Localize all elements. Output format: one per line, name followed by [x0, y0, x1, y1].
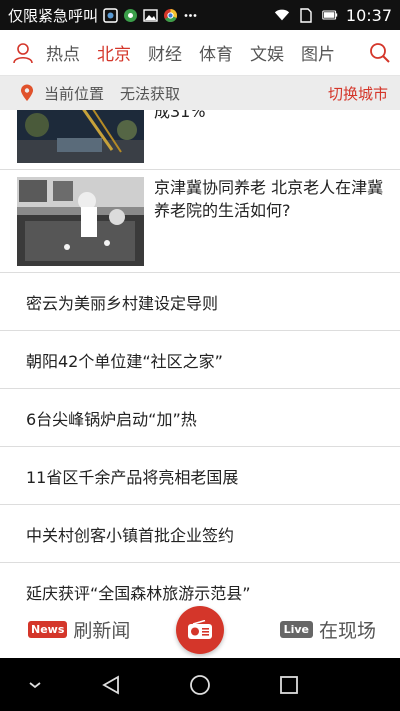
- switch-city-button[interactable]: 切换城市: [328, 83, 388, 104]
- search-button[interactable]: [360, 30, 400, 76]
- live-badge-icon: Live: [279, 621, 313, 638]
- location-label: 当前位置: [44, 84, 105, 103]
- location-status: 无法获取: [120, 84, 181, 103]
- chevron-down-icon: [29, 682, 41, 689]
- news-item-partial[interactable]: 成31%: [0, 110, 400, 170]
- image-notification-icon: [142, 7, 158, 23]
- news-badge-icon: News: [28, 621, 68, 638]
- news-thumbnail: [17, 177, 144, 266]
- refresh-news-button[interactable]: News 刷新闻: [28, 616, 130, 643]
- news-item-title: 京津冀协同养老 北京老人在津冀养老院的生活如何?: [154, 178, 384, 220]
- news-item-partial-title: 成31%: [154, 110, 206, 121]
- news-thumbnail: [17, 110, 144, 163]
- carrier-text: 仅限紧急呼叫: [8, 6, 99, 25]
- battery-icon: [322, 7, 338, 23]
- hide-nav-button[interactable]: [22, 672, 48, 698]
- news-item-text[interactable]: 6台尖峰锅炉启动“加”热: [0, 389, 400, 447]
- tab-finance[interactable]: 财经: [148, 40, 182, 65]
- live-button[interactable]: Live 在现场: [279, 616, 376, 643]
- news-item-text[interactable]: 中关村创客小镇首批企业签约: [0, 505, 400, 563]
- android-nav-bar: [0, 658, 400, 711]
- chrome-notification-icon: [162, 7, 178, 23]
- status-time: 10:37: [345, 5, 392, 25]
- location-bar: 当前位置 无法获取 切换城市: [0, 76, 400, 110]
- status-left: 仅限紧急呼叫: [8, 5, 198, 26]
- location-pin-icon: [21, 84, 33, 101]
- bottom-bar: News 刷新闻 Live 在现场: [0, 602, 400, 658]
- tab-photos[interactable]: 图片: [301, 40, 335, 65]
- user-icon: [13, 42, 33, 63]
- tab-hot[interactable]: 热点: [46, 40, 80, 65]
- live-label: 在现场: [318, 620, 376, 642]
- news-item-image[interactable]: 京津冀协同养老 北京老人在津冀养老院的生活如何?: [0, 170, 400, 273]
- news-item-text[interactable]: 延庆获评“全国森林旅游示范县”: [0, 563, 400, 603]
- app-notification-icon: [102, 7, 118, 23]
- news-feed[interactable]: 成31% 京津冀协同养老 北京老人在津冀养老院的生活如何? 密云为美丽乡村建设定…: [0, 110, 400, 602]
- recents-button[interactable]: [276, 672, 302, 698]
- news-item-text[interactable]: 11省区千余产品将亮相老国展: [0, 447, 400, 505]
- more-notifications-icon: [182, 7, 198, 23]
- refresh-news-label: 刷新闻: [73, 620, 131, 642]
- home-button[interactable]: [187, 672, 213, 698]
- news-item-text[interactable]: 密云为美丽乡村建设定导则: [0, 273, 400, 331]
- tab-entertainment[interactable]: 文娱: [250, 40, 284, 65]
- status-right: 10:37: [274, 6, 392, 25]
- back-button[interactable]: [98, 672, 124, 698]
- recents-icon: [280, 676, 298, 694]
- tab-sports[interactable]: 体育: [199, 40, 233, 65]
- news-item-text[interactable]: 朝阳42个单位建“社区之家”: [0, 331, 400, 389]
- wifi-icon: [274, 7, 290, 23]
- radio-icon: [188, 620, 212, 639]
- radio-button[interactable]: [176, 606, 224, 654]
- status-bar: 仅限紧急呼叫 10:37: [0, 0, 400, 30]
- nav-bar: 热点 北京 财经 体育 文娱 图片: [0, 30, 400, 76]
- tab-beijing[interactable]: 北京: [97, 40, 131, 65]
- nav-tabs: 热点 北京 财经 体育 文娱 图片: [46, 40, 360, 65]
- browser-notification-icon: [122, 7, 138, 23]
- search-icon: [370, 42, 390, 63]
- sim-icon: [298, 7, 314, 23]
- home-icon: [190, 675, 210, 695]
- user-button[interactable]: [0, 30, 46, 76]
- back-icon: [102, 675, 119, 695]
